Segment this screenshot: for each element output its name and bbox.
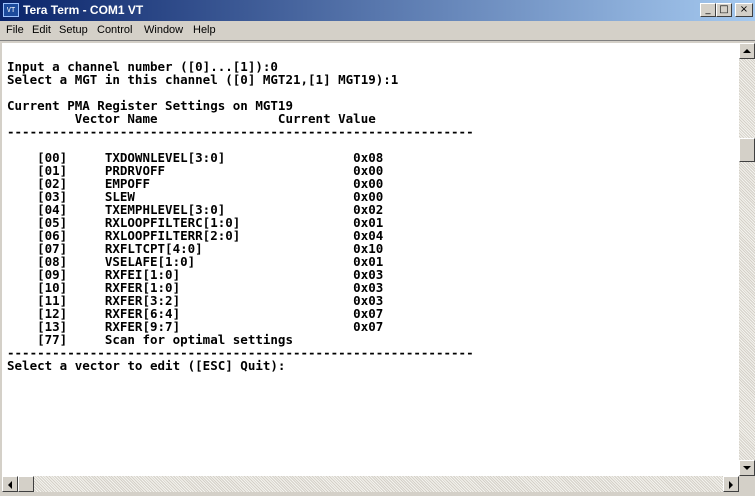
maximize-button[interactable]: □ (716, 3, 732, 17)
menu-help[interactable]: Help (193, 24, 216, 36)
menu-bar: File Edit Setup Control Window Help (0, 21, 755, 41)
close-button[interactable]: × (735, 3, 753, 17)
menu-setup[interactable]: Setup (59, 24, 88, 36)
menu-control[interactable]: Control (97, 24, 132, 36)
minimize-button[interactable]: _ (700, 3, 716, 17)
menu-window[interactable]: Window (144, 24, 183, 36)
up-arrow-icon (743, 49, 751, 53)
menu-edit[interactable]: Edit (32, 24, 51, 36)
scroll-up-button[interactable] (739, 43, 755, 59)
title-bar[interactable]: VT Tera Term - COM1 VT _ □ × (0, 0, 755, 21)
scroll-left-button[interactable] (2, 476, 18, 492)
right-arrow-icon (729, 481, 733, 489)
divider: ----------------------------------------… (7, 124, 474, 139)
left-arrow-icon (8, 481, 12, 489)
menu-file[interactable]: File (6, 24, 24, 36)
terminal-area[interactable]: Input a channel number ([0]...[1]):0 Sel… (2, 43, 739, 476)
window-title: Tera Term - COM1 VT (23, 3, 144, 17)
tera-term-app-icon[interactable]: VT (3, 3, 19, 17)
command-prompt: Select a vector to edit ([ESC] Quit): (7, 358, 286, 373)
horizontal-scroll-thumb[interactable] (18, 476, 34, 492)
terminal-line: Select a MGT in this channel ([0] MGT21,… (7, 72, 399, 87)
vertical-scroll-thumb[interactable] (739, 138, 755, 162)
down-arrow-icon (743, 466, 751, 470)
scroll-right-button[interactable] (723, 476, 739, 492)
horizontal-scrollbar[interactable] (2, 476, 739, 492)
resize-grip-icon[interactable] (739, 476, 755, 492)
scroll-down-button[interactable] (739, 460, 755, 476)
vertical-scrollbar[interactable] (739, 43, 755, 476)
